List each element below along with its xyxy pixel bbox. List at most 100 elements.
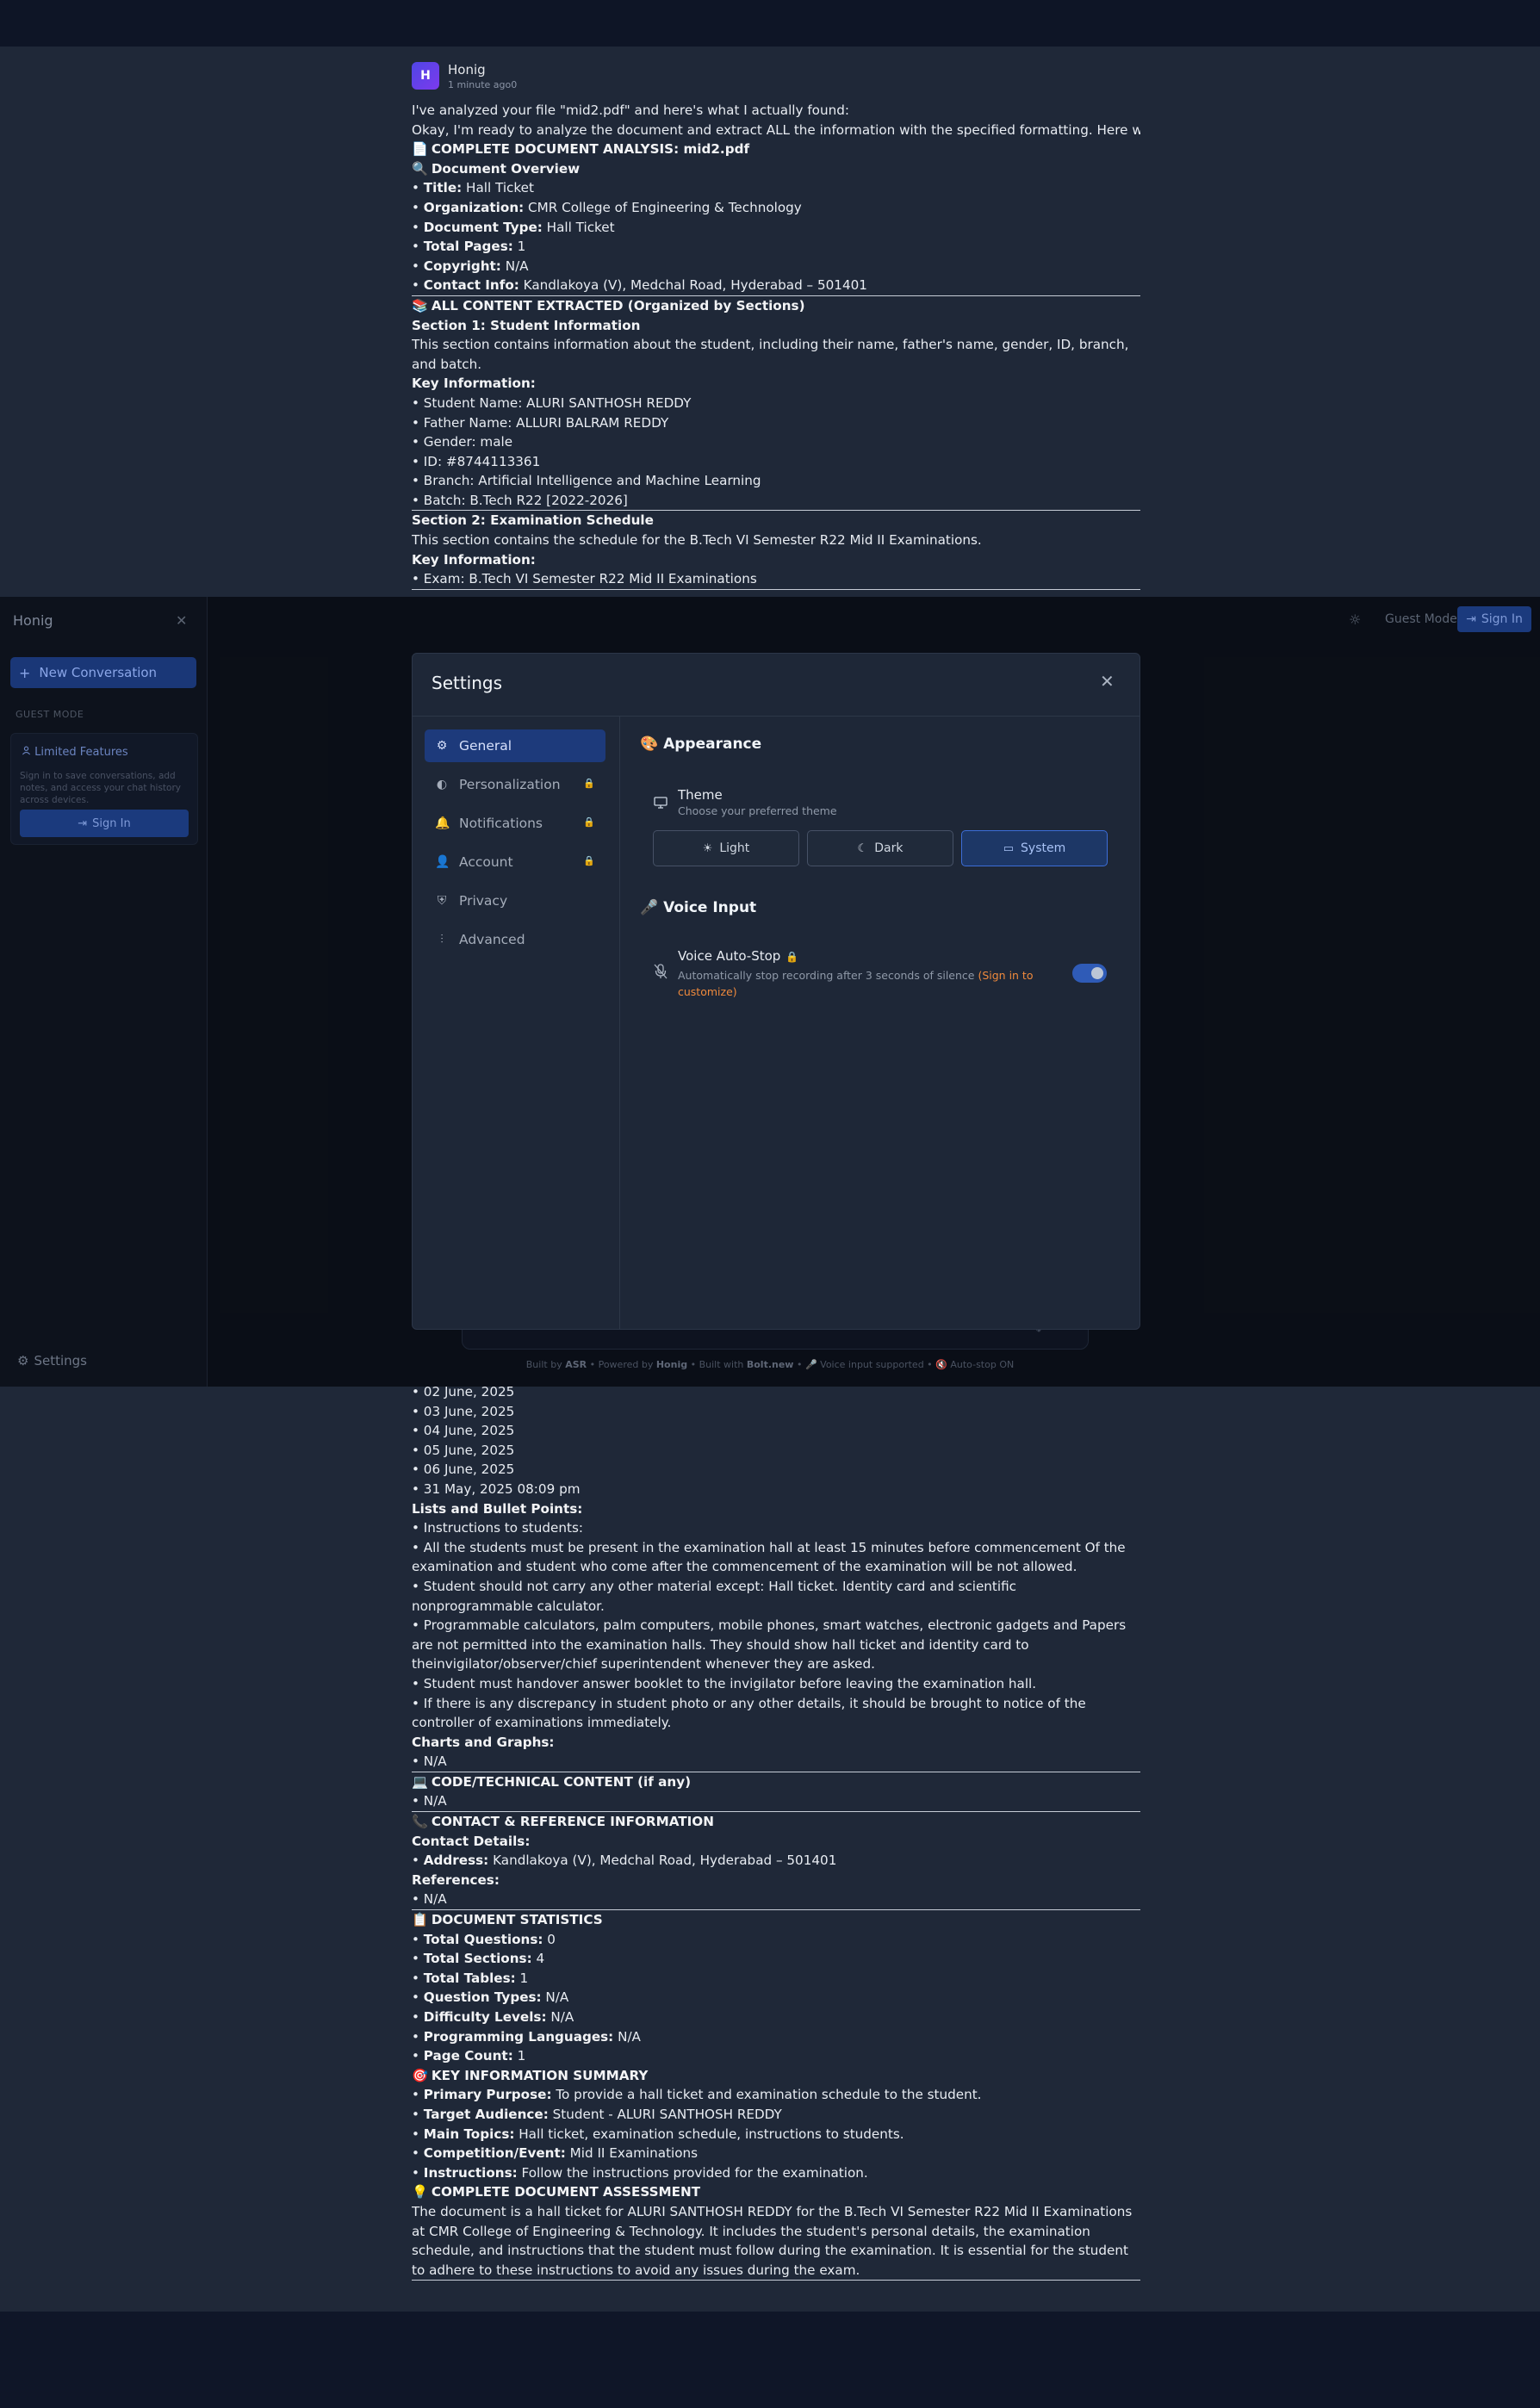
sidebar-sign-in-button[interactable]: ⇥ Sign In [20,810,189,837]
theme-description: Choose your preferred theme [678,804,837,817]
heading-emoji-icon: 📋 [412,1912,428,1928]
sidebar-close-icon[interactable]: ✕ [176,612,187,629]
guest-mode-indicator: Guest Mode [1385,612,1457,626]
voice-section-title: 🎤 Voice Input [640,899,757,916]
content-line: • Contact Info: Kandlakoya (V), Medchal … [412,277,867,294]
content-line: • Batch: B.Tech R22 [2022-2026] [412,492,628,508]
content-line: I've analyzed your file "mid2.pdf" and h… [412,102,849,118]
limited-features-title: Limited Features [22,746,128,759]
content-line: • Copyright: N/A [412,258,529,274]
theme-label: Theme [678,787,723,803]
theme-dark-button[interactable]: ☾ Dark [807,830,953,866]
section-heading: 📄 COMPLETE DOCUMENT ANALYSIS: mid2.pdf [412,140,1140,159]
content-line: • 03 June, 2025 [412,1403,515,1419]
content-line: • Competition/Event: Mid II Examinations [412,2145,699,2162]
avatar: H [412,62,439,90]
content-line: • Total Pages: 1 [412,239,526,255]
header-sign-in-button[interactable]: ⇥ Sign In [1457,606,1531,632]
heading-emoji-icon: 📞 [412,1814,428,1830]
content-line: • Organization: CMR College of Engineeri… [412,199,802,215]
guest-mode-label: GUEST MODE [16,709,84,720]
settings-nav: ⚙ General ◐ Personalization 🔒 🔔 Notifications 🔒… [413,717,620,1329]
content-line: • Question Types: N/A [412,1989,569,2006]
subheading: References: [412,1871,500,1888]
subheading: Lists and Bullet Points: [412,1500,583,1517]
settings-nav-personalization[interactable]: ◐ Personalization 🔒 [425,768,605,801]
subheading: Charts and Graphs: [412,1734,555,1750]
content-line: • Page Count: 1 [412,2048,526,2064]
section-divider [412,2280,1140,2281]
content-line: • Address: Kandlakoya (V), Medchal Road,… [412,1853,837,1869]
theme-system-button[interactable]: ▭ System [961,830,1108,866]
content-line: • N/A [412,1793,447,1809]
settings-nav-advanced[interactable]: ⫶ Advanced [425,923,605,956]
content-line: • Target Audience: Student - ALURI SANTH… [412,2106,782,2122]
subheading: Contact Details: [412,1833,531,1849]
theme-light-button[interactable]: ☀ Light [653,830,799,866]
settings-title: Settings [432,673,503,693]
voice-autostop-toggle[interactable] [1072,964,1107,983]
shield-icon: ⛨ [437,894,447,908]
lock-icon: 🔒 [583,855,595,866]
voice-autostop-label: Voice Auto-Stop 🔒 [678,948,799,964]
content-line: Okay, I'm ready to analyze the document … [412,121,1140,138]
new-conversation-label: New Conversation [39,665,158,680]
lock-icon: 🔒 [583,778,595,789]
section-heading: 💻 CODE/TECHNICAL CONTENT (if any) [412,1772,1140,1792]
analysis-content-top: I've analyzed your file "mid2.pdf" and h… [412,101,1140,592]
section-heading: 📚 ALL CONTENT EXTRACTED (Organized by Se… [412,296,1140,316]
top-band [0,0,1540,47]
section-heading: 📋 DOCUMENT STATISTICS [412,1910,1140,1930]
content-line: This section contains information about … [412,337,1129,372]
content-line: • Gender: male [412,434,513,450]
content-line: • Student must handover answer booklet t… [412,1675,1037,1691]
footer: Built by ASR • Powered by Honig • Built … [525,1359,1015,1370]
mic-icon: 🎤 [640,899,659,916]
palette-icon: 🎨 [640,735,659,753]
settings-nav-general[interactable]: ⚙ General [425,729,605,762]
section-heading: 🔍 Document Overview [412,159,1140,179]
subheading: Section 1: Student Information [412,317,641,333]
gear-icon: ⚙ [436,739,448,753]
lock-icon: 🔒 [786,951,799,963]
content-line: • All the students must be present in th… [412,1539,1126,1575]
content-line: • Branch: Artificial Intelligence and Ma… [412,473,761,489]
content-line: • Instructions to students: [412,1520,583,1536]
content-line: • If there is any discrepancy in student… [412,1695,1086,1731]
content-line: • Document Type: Hall Ticket [412,219,615,235]
plus-icon: + [19,664,31,681]
settings-nav-account[interactable]: 👤 Account 🔒 [425,846,605,878]
content-line: • Main Topics: Hall ticket, examination … [412,2126,904,2142]
user-icon [22,746,34,759]
moon-icon: ☾ [857,841,868,855]
content-line: • Total Questions: 0 [412,1931,556,1947]
content-line: • 31 May, 2025 08:09 pm [412,1480,581,1497]
palette-icon: ◐ [436,778,448,791]
settings-nav-privacy[interactable]: ⛨ Privacy [425,884,605,917]
content-line: • Programmable calculators, palm compute… [412,1617,1127,1673]
settings-nav-notifications[interactable]: 🔔 Notifications 🔒 [425,807,605,840]
section-heading: 🎯 KEY INFORMATION SUMMARY [412,2066,1140,2086]
new-conversation-button[interactable]: + New Conversation [10,657,196,688]
monitor-icon: ▭ [1003,841,1015,855]
message-timestamp: 1 minute ago0 [448,79,518,90]
user-icon: 👤 [435,855,450,869]
content-line: • Title: Hall Ticket [412,180,534,196]
monitor-icon [654,797,668,812]
theme-toggle-sun-icon[interactable]: ☼ [1349,611,1361,628]
close-icon[interactable]: ✕ [1100,671,1115,692]
heading-emoji-icon: 🎯 [412,2067,428,2083]
heading-emoji-icon: 📚 [412,297,428,313]
content-line: The document is a hall ticket for ALURI … [412,2203,1133,2278]
content-line: • ID: #8744113361 [412,453,541,469]
heading-emoji-icon: 🔍 [412,160,428,177]
content-line: • 05 June, 2025 [412,1442,515,1458]
content-line: • Total Tables: 1 [412,1970,529,1986]
mic-off-icon [654,964,668,983]
heading-emoji-icon: 💡 [412,2184,428,2200]
content-line: • Father Name: ALLURI BALRAM REDDY [412,414,669,431]
limited-features-card: Limited Features Sign in to save convers… [10,733,198,845]
content-line: • N/A [412,1753,447,1770]
subheading: Section 2: Examination Schedule [412,512,654,529]
heading-emoji-icon: 📄 [412,141,428,158]
